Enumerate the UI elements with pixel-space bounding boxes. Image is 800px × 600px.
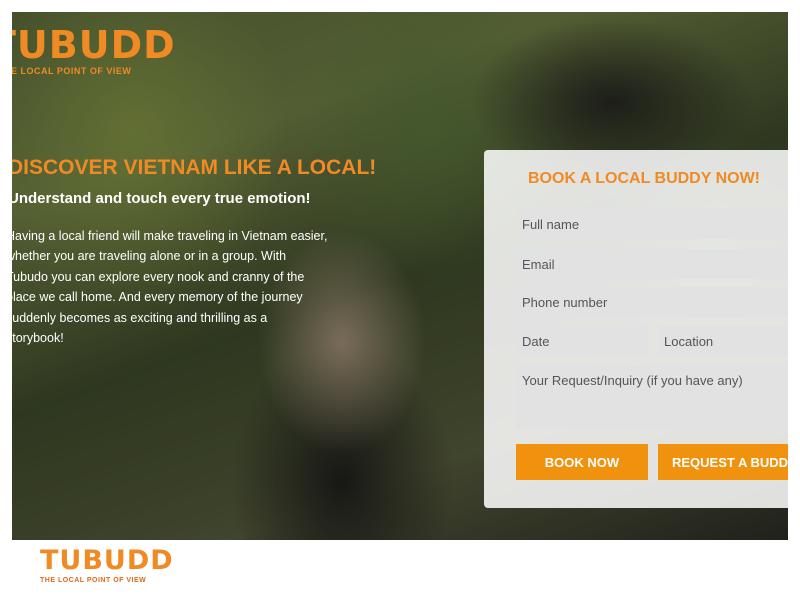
phone-input[interactable]	[516, 287, 788, 317]
request-textarea[interactable]	[516, 365, 788, 429]
hero-logo-text: TUBUDD	[12, 23, 176, 67]
hero-section: TUBUDD THE LOCAL POINT OF VIEW DISCOVER …	[12, 12, 788, 540]
hero-headline: DISCOVER VIETNAM LIKE A LOCAL!	[12, 156, 377, 179]
email-input[interactable]	[516, 249, 788, 279]
date-input[interactable]	[516, 326, 648, 356]
footer-logo-text: TUBUDD	[40, 545, 174, 576]
hero-logo[interactable]: TUBUDD THE LOCAL POINT OF VIEW	[12, 26, 176, 78]
location-input[interactable]	[658, 326, 788, 356]
request-buddy-button[interactable]: REQUEST A BUDDY	[658, 444, 788, 480]
booking-form-title: BOOK A LOCAL BUDDY NOW!	[528, 170, 760, 187]
hero-subheadline: Understand and touch every true emotion!	[12, 190, 311, 207]
footer-logo-tagline: THE LOCAL POINT OF VIEW	[40, 577, 147, 584]
booking-form: BOOK A LOCAL BUDDY NOW! BOOK NOW REQUEST…	[484, 150, 788, 508]
hero-intro-text: Having a local friend will make travelin…	[12, 229, 328, 346]
footer-logo[interactable]: TUBUDD THE LOCAL POINT OF VIEW	[40, 546, 174, 586]
full-name-input[interactable]	[516, 209, 788, 239]
book-now-button[interactable]: BOOK NOW	[516, 444, 648, 480]
